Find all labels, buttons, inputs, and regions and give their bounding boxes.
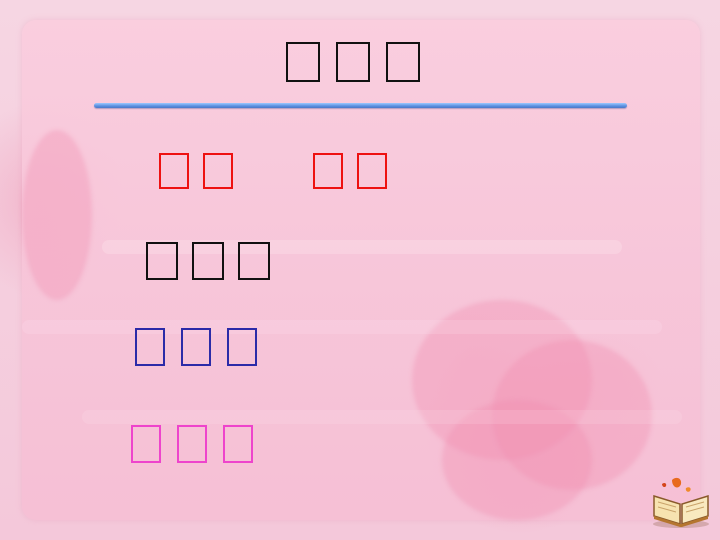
light-streak-decoration	[82, 410, 682, 424]
red-glyph	[313, 153, 343, 189]
open-book-icon	[653, 477, 709, 528]
pink-glyph	[223, 425, 253, 463]
red-glyph	[357, 153, 387, 189]
pink-glyph	[177, 425, 207, 463]
black-glyph	[192, 242, 224, 280]
red-glyph	[203, 153, 233, 189]
light-streak-decoration	[22, 320, 662, 334]
red-glyph	[159, 153, 189, 189]
pink-glyph	[131, 425, 161, 463]
pink-word	[131, 425, 269, 463]
content-panel	[22, 20, 700, 520]
flower-petal-decoration	[22, 130, 92, 300]
blue-glyph	[227, 328, 257, 366]
title-glyph	[336, 42, 370, 82]
blue-glyph	[181, 328, 211, 366]
blue-glyph	[135, 328, 165, 366]
blue-word	[135, 328, 273, 366]
slide-title	[286, 42, 436, 82]
title-glyph	[386, 42, 420, 82]
black-glyph	[146, 242, 178, 280]
red-word-pair	[159, 153, 401, 189]
title-divider	[94, 103, 627, 108]
black-glyph	[238, 242, 270, 280]
title-glyph	[286, 42, 320, 82]
black-word	[146, 242, 284, 280]
